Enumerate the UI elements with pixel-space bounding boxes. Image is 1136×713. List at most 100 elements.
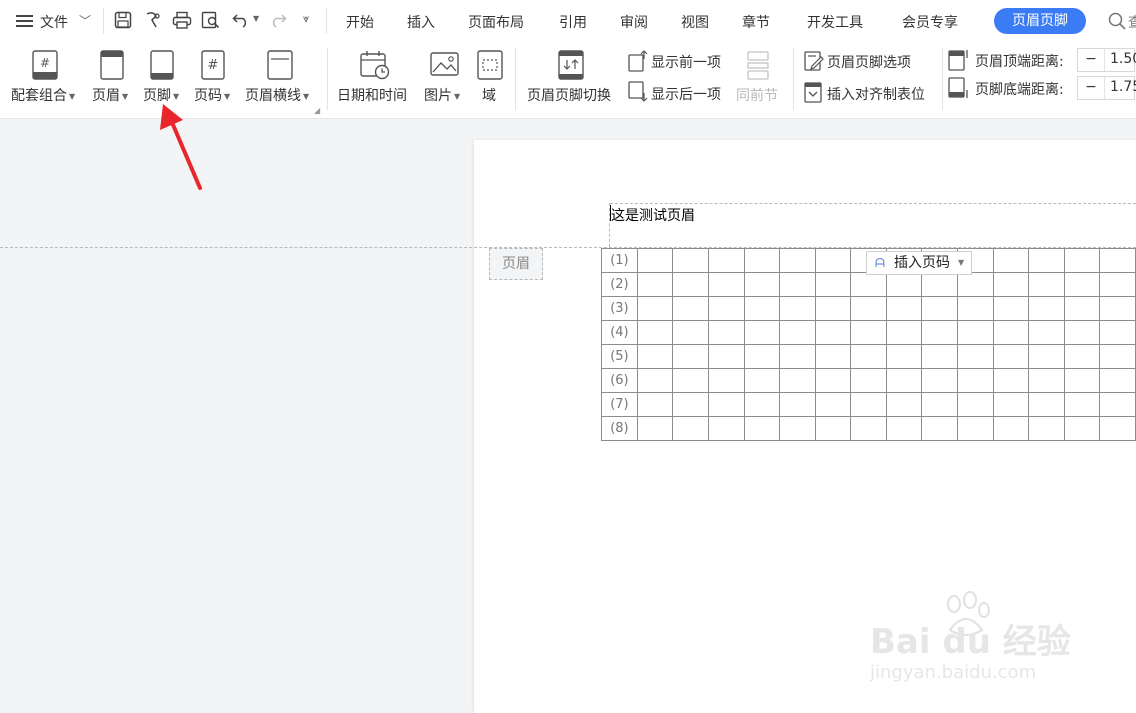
table-row[interactable]: (6): [601, 368, 1136, 393]
grid-cell[interactable]: [885, 320, 923, 345]
table-row[interactable]: (5): [601, 344, 1136, 369]
header-footer-options-button[interactable]: 页眉页脚选项: [827, 52, 911, 72]
footer-bottom-distance-stepper[interactable]: − 1.75: [1077, 76, 1136, 100]
grid-cell[interactable]: [779, 344, 816, 369]
grid-cell[interactable]: [1099, 272, 1136, 297]
same-as-previous-icon[interactable]: [746, 50, 772, 84]
show-next-button[interactable]: 显示后一项: [651, 84, 721, 104]
grid-cell[interactable]: [708, 416, 745, 441]
grid-cell[interactable]: [850, 392, 887, 417]
grid-cell[interactable]: [1099, 344, 1136, 369]
save-icon[interactable]: [114, 11, 132, 33]
date-time-button[interactable]: 日期和时间: [337, 85, 407, 105]
undo-icon[interactable]: [232, 12, 250, 32]
grid-cell[interactable]: [1063, 296, 1101, 321]
search-hint[interactable]: 查: [1128, 12, 1136, 32]
picture-button[interactable]: 图片 ▼: [424, 85, 460, 105]
grid-cell[interactable]: [957, 344, 994, 369]
customize-toolbar-icon[interactable]: ⩔: [303, 12, 309, 26]
grid-cell[interactable]: [743, 272, 781, 297]
header-line-button[interactable]: 页眉横线 ▼: [245, 85, 309, 105]
grid-cell[interactable]: [743, 368, 781, 393]
grid-cell[interactable]: [885, 416, 923, 441]
header-footer-options-icon[interactable]: [804, 50, 824, 76]
grid-cell[interactable]: [1028, 320, 1065, 345]
grid-cell[interactable]: [814, 272, 852, 297]
grid-cell[interactable]: [992, 320, 1030, 345]
table-row[interactable]: (8): [601, 416, 1136, 441]
footer-icon[interactable]: [150, 50, 174, 84]
search-icon[interactable]: [1108, 12, 1126, 34]
grid-cell[interactable]: [921, 416, 959, 441]
footer-bottom-distance-value[interactable]: 1.75: [1110, 79, 1136, 95]
grid-cell[interactable]: [636, 320, 674, 345]
grid-cell[interactable]: [1063, 272, 1101, 297]
grid-cell[interactable]: [779, 392, 816, 417]
grid-cell[interactable]: [1063, 392, 1101, 417]
grid-cell[interactable]: [957, 368, 994, 393]
tab-developer[interactable]: 开发工具: [807, 12, 863, 32]
grid-cell[interactable]: [1028, 392, 1065, 417]
grid-cell[interactable]: [779, 416, 816, 441]
grid-cell[interactable]: [1063, 344, 1101, 369]
grid-cell[interactable]: [743, 416, 781, 441]
grid-cell[interactable]: [921, 392, 959, 417]
grid-cell[interactable]: [636, 248, 674, 273]
grid-cell[interactable]: [743, 392, 781, 417]
grid-cell[interactable]: [672, 344, 709, 369]
grid-cell[interactable]: [850, 272, 887, 297]
grid-cell[interactable]: [779, 248, 816, 273]
chevron-down-icon[interactable]: ﹀: [79, 12, 91, 29]
grid-cell[interactable]: [672, 416, 709, 441]
tab-home[interactable]: 开始: [346, 12, 374, 32]
tab-chapter[interactable]: 章节: [742, 12, 770, 32]
undo-dropdown-icon[interactable]: ▼: [253, 14, 259, 23]
grid-cell[interactable]: [957, 296, 994, 321]
grid-cell[interactable]: [1063, 368, 1101, 393]
decrease-button[interactable]: −: [1078, 77, 1105, 99]
table-row[interactable]: (3): [601, 296, 1136, 321]
grid-cell[interactable]: [672, 248, 709, 273]
show-previous-icon[interactable]: [628, 50, 648, 76]
insert-align-tab-button[interactable]: 插入对齐制表位: [827, 84, 925, 104]
grid-cell[interactable]: [1099, 320, 1136, 345]
tab-header-footer[interactable]: 页眉页脚: [994, 8, 1086, 34]
grid-cell[interactable]: [850, 368, 887, 393]
decrease-button[interactable]: −: [1078, 49, 1105, 71]
grid-cell[interactable]: [814, 368, 852, 393]
grid-cell[interactable]: [672, 320, 709, 345]
grid-cell[interactable]: [708, 392, 745, 417]
grid-cell[interactable]: [636, 272, 674, 297]
redo-icon[interactable]: [269, 12, 287, 32]
grid-cell[interactable]: [1099, 296, 1136, 321]
page-number-icon[interactable]: #: [201, 50, 225, 84]
picture-icon[interactable]: [430, 52, 460, 82]
table-row[interactable]: (4): [601, 320, 1136, 345]
grid-cell[interactable]: [743, 296, 781, 321]
grid-cell[interactable]: [814, 416, 852, 441]
grid-cell[interactable]: [672, 392, 709, 417]
field-button[interactable]: 域: [482, 85, 496, 105]
grid-cell[interactable]: [885, 272, 923, 297]
grid-table[interactable]: (1) (2) (3) (4) (5) (6) (7) (8): [601, 248, 1136, 441]
header-footer-switch-icon[interactable]: [558, 50, 584, 84]
grid-cell[interactable]: [957, 392, 994, 417]
header-icon[interactable]: [100, 50, 124, 84]
grid-cell[interactable]: [636, 344, 674, 369]
print-preview-icon[interactable]: [201, 11, 221, 33]
grid-cell[interactable]: [992, 248, 1030, 273]
grid-cell[interactable]: [779, 368, 816, 393]
print-icon[interactable]: [172, 11, 192, 33]
grid-cell[interactable]: [672, 368, 709, 393]
grid-cell[interactable]: [921, 344, 959, 369]
file-menu[interactable]: 文件: [40, 12, 68, 32]
grid-cell[interactable]: [921, 320, 959, 345]
tab-member[interactable]: 会员专享: [902, 12, 958, 32]
grid-cell[interactable]: [672, 272, 709, 297]
grid-cell[interactable]: [957, 320, 994, 345]
tab-view[interactable]: 视图: [681, 12, 709, 32]
grid-cell[interactable]: [1028, 248, 1065, 273]
grid-cell[interactable]: [743, 344, 781, 369]
grid-cell[interactable]: [814, 248, 852, 273]
grid-cell[interactable]: [992, 344, 1030, 369]
